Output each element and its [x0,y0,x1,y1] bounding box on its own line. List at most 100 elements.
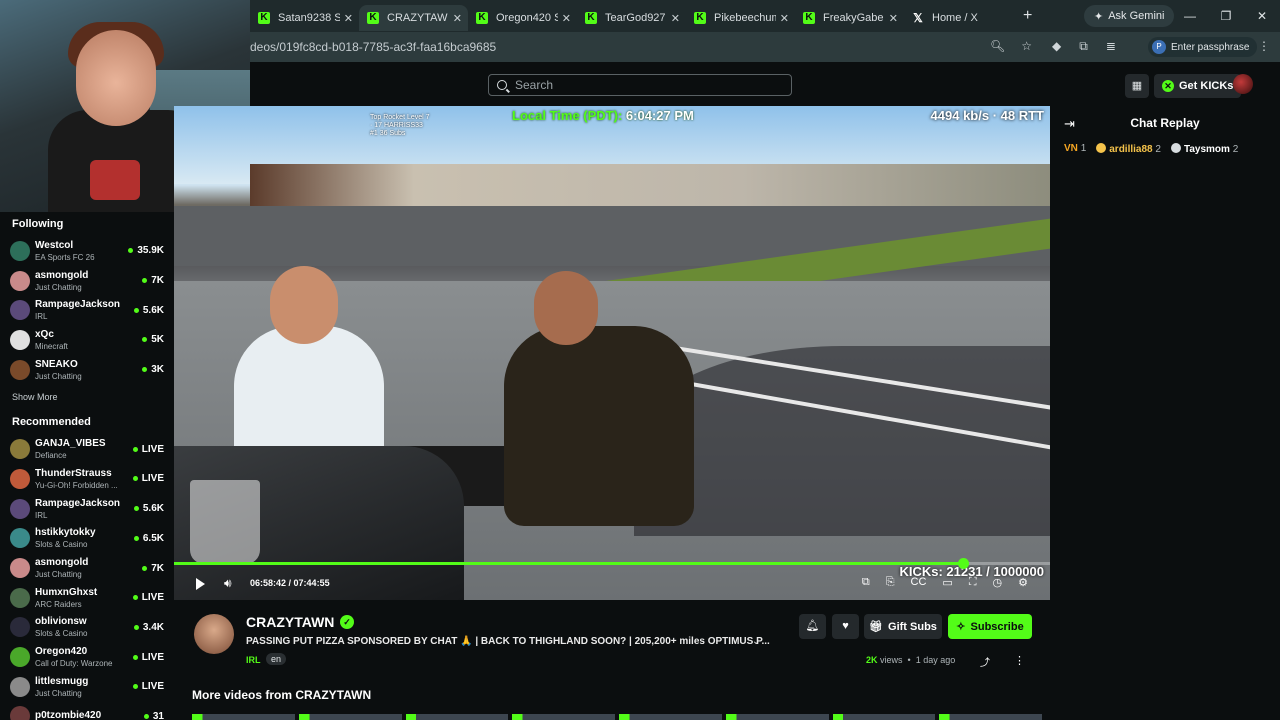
puzzle-icon[interactable]: ⧉ [1079,39,1088,54]
chat-leader[interactable]: VN 1 [1064,143,1086,155]
clip-icon[interactable]: ⎘ [886,576,895,589]
video-thumbnail[interactable] [725,714,829,720]
notification-bell-button[interactable]: 🔔︎ [799,614,826,639]
video-thumbnail[interactable] [298,714,402,720]
get-kicks-button[interactable]: ✕ Get KICKs [1154,74,1242,98]
live-dot-icon [133,307,139,313]
close-tab-icon[interactable]: ✕ [780,12,789,25]
language-tag[interactable]: en [266,653,287,665]
sidebar-channel[interactable]: GANJA_VIBES Defiance LIVE [10,434,164,464]
close-tab-icon[interactable]: ✕ [562,12,571,25]
gift-subs-button[interactable]: 🎁︎ Gift Subs [864,614,942,639]
live-dot-icon [132,476,138,482]
sidebar-channel[interactable]: asmongold Just Chatting 7K [10,266,164,296]
sidebar-channel[interactable]: littlesmugg Just Chatting LIVE [10,672,164,702]
settings-icon[interactable]: ⚙ [1018,576,1028,589]
browser-tab[interactable]: K TearGod927 S ✕ [577,5,686,31]
bookmark-star-icon[interactable]: ☆ [1021,39,1032,53]
close-tab-icon[interactable]: ✕ [453,12,462,25]
sidebar-channel[interactable]: RampageJackson IRL 5.6K [10,494,164,524]
category-link[interactable]: IRL [246,655,261,665]
viewer-count-value: LIVE [141,473,164,485]
recommended-list: GANJA_VIBES Defiance LIVE ThunderStrauss Yu-… [10,434,164,720]
viewer-count: 5.6K [133,503,164,514]
view-stats: 2K views • 1 day ago [866,655,956,665]
sidebar-channel[interactable]: p0tzombie420 31 [10,702,164,720]
theater-icon[interactable]: ▭ [942,576,952,589]
browser-menu-icon[interactable]: ⋮ [1258,39,1270,53]
video-thumbnail[interactable] [619,714,722,720]
sidebar-channel[interactable]: SNEAKO Just Chatting 3K [10,355,164,385]
viewer-count: LIVE [132,473,164,485]
chat-count: 1 [1080,143,1087,154]
channel-name: Westcol [35,239,74,251]
share-icon[interactable]: ⤴ [980,654,990,669]
url-field[interactable]: deos/019fc8cd-b018-7785-ac3f-faa16bca968… [250,40,496,54]
volume-icon[interactable]: 🔊︎ [224,576,232,591]
live-dot-icon [142,565,148,571]
channel-avatar[interactable] [194,614,234,654]
pip-icon[interactable]: ⧉ [862,576,870,589]
sidebar-channel[interactable]: oblivionsw Slots & Casino 3.4K [10,613,164,643]
sidebar-channel[interactable]: xQc Minecraft 5K [10,325,164,355]
chevron-down-icon[interactable]: ⌄ [752,636,760,647]
more-options-icon[interactable]: ⋮ [1014,654,1025,667]
viewer-count: 3K [142,364,164,375]
close-tab-icon[interactable]: ✕ [889,12,898,25]
zoom-icon[interactable]: 🔍︎ [990,39,1005,53]
channel-name: RampageJackson [35,299,121,311]
video-thumbnail[interactable] [939,714,1042,720]
browser-tab[interactable]: K CRAZYTAW ✕ [359,5,468,31]
browser-tab[interactable]: 𝕏 Home / X [904,5,1013,31]
sidebar-channel[interactable]: Westcol EA Sports FC 26 35.9K [10,236,164,266]
follow-heart-button[interactable]: ♥ [832,614,859,639]
sidebar-channel[interactable]: RampageJackson IRL 5.6K [10,295,164,325]
close-tab-icon[interactable]: ✕ [344,12,353,25]
viewer-count: 5.6K [133,305,164,316]
following-heading: Following [12,218,64,230]
dashboard-icon[interactable]: ▦ [1125,74,1149,98]
browser-tab[interactable]: K Oregon420 St ✕ [468,5,577,31]
close-tab-icon[interactable]: ✕ [671,12,680,25]
channel-name[interactable]: CRAZYTAWN [246,614,334,630]
viewer-count: 31 [143,711,164,720]
sidebar-channel[interactable]: Oregon420 Call of Duty: Warzone LIVE [10,642,164,672]
fullscreen-icon[interactable]: ⛶ [969,576,977,589]
chat-leader[interactable]: ardillia88 2 [1096,143,1161,155]
browser-tab[interactable]: K Satan9238 St ✕ [250,5,359,31]
sidebar-channel[interactable]: asmongold Just Chatting 7K [10,553,164,583]
passphrase-button[interactable]: P Enter passphrase [1148,37,1258,57]
show-more-link[interactable]: Show More [12,392,162,402]
badge-icon [1170,143,1181,153]
gift-icon: 🎁︎ [869,621,884,633]
channel-category: Minecraft [35,341,68,351]
video-thumbnail[interactable] [832,714,936,720]
user-avatar[interactable] [1233,74,1253,94]
sidebar-channel[interactable]: hstikkytokky Slots & Casino 6.5K [10,524,164,554]
minimize-icon[interactable]: — [1172,9,1208,23]
chat-user: ardillia88 [1109,144,1153,155]
video-player[interactable]: Local Time (PDT): 6:04:27 PM Top Rocket … [174,106,1050,600]
browser-tab[interactable]: K FreakyGabe S ✕ [795,5,904,31]
extension-icon[interactable]: ◆ [1052,39,1061,54]
speed-icon[interactable]: ◷ [993,576,1003,589]
new-tab-button[interactable]: + [1023,7,1032,25]
browser-tab[interactable]: K Pikebeechum ✕ [686,5,795,31]
play-icon[interactable] [196,578,205,590]
ask-gemini-button[interactable]: ✦ Ask Gemini [1084,5,1175,27]
sidebar-channel[interactable]: HumxnGhxst ARC Raiders LIVE [10,583,164,613]
video-thumbnail[interactable] [405,714,509,720]
subscribe-button[interactable]: ✧ Subscribe [948,614,1032,639]
chat-header: ⇥ Chat Replay [1050,106,1280,140]
video-progress-bar[interactable] [174,558,1050,569]
close-window-icon[interactable]: ✕ [1244,9,1280,23]
sidebar-channel[interactable]: ThunderStrauss Yu-Gi-Oh! Forbidden ... LIV… [10,464,164,494]
chat-leader[interactable]: Taysmom 2 [1170,143,1238,155]
search-input[interactable]: Search [488,74,792,96]
captions-icon[interactable]: CC [911,576,927,589]
video-thumbnail[interactable] [192,714,295,720]
restore-icon[interactable]: ❐ [1208,9,1244,23]
channel-name: littlesmugg [35,675,89,687]
video-thumbnail[interactable] [512,714,615,720]
media-control-icon[interactable]: ≣ [1106,39,1116,54]
